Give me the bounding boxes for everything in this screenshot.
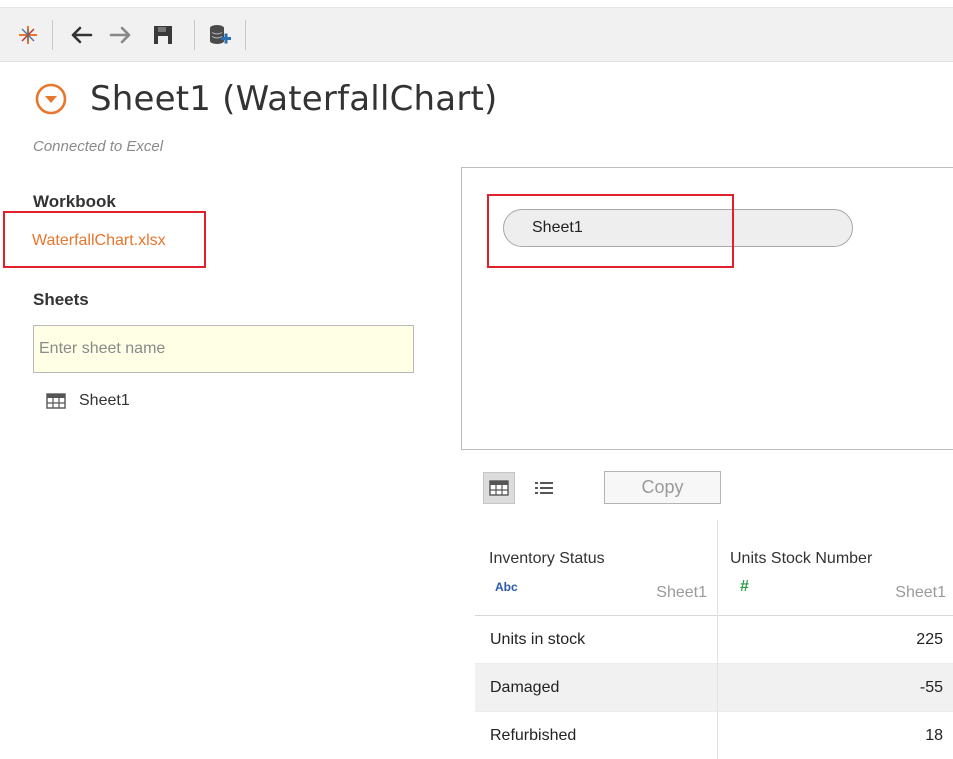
grid-view-button[interactable] xyxy=(483,472,515,504)
cell-units-stock-number: 18 xyxy=(925,726,943,744)
grid-header: Inventory Status Abc Sheet1 Units Stock … xyxy=(475,520,953,616)
cell-inventory-status: Units in stock xyxy=(490,630,586,648)
new-data-source-icon[interactable] xyxy=(204,20,236,50)
toolbar-separator xyxy=(52,20,53,50)
column-header-inventory-status[interactable]: Inventory Status Abc Sheet1 xyxy=(475,520,717,616)
string-type-icon[interactable]: Abc xyxy=(495,580,518,594)
column-divider[interactable] xyxy=(717,520,718,759)
data-grid: Inventory Status Abc Sheet1 Units Stock … xyxy=(475,520,953,759)
cell-units-stock-number: 225 xyxy=(916,630,943,648)
column-source: Sheet1 xyxy=(656,584,707,601)
column-name: Units Stock Number xyxy=(730,550,873,567)
forward-arrow-icon[interactable] xyxy=(106,20,136,50)
table-row[interactable]: Damaged -55 xyxy=(475,664,953,712)
column-name: Inventory Status xyxy=(489,550,605,567)
tableau-logo-icon[interactable] xyxy=(13,20,43,50)
page-title: Sheet1 (WaterfallChart) xyxy=(90,79,498,119)
toolbar-separator xyxy=(194,20,195,50)
toolbar xyxy=(0,0,953,62)
cell-inventory-status: Damaged xyxy=(490,678,560,696)
workbook-file-link[interactable]: WaterfallChart.xlsx xyxy=(32,232,166,250)
column-source: Sheet1 xyxy=(895,584,946,601)
table-grid-icon xyxy=(46,393,66,409)
cell-inventory-status: Refurbished xyxy=(490,726,577,744)
table-row[interactable]: Refurbished 18 xyxy=(475,712,953,759)
number-type-icon[interactable]: # xyxy=(740,578,749,596)
cell-units-stock-number: -55 xyxy=(919,678,943,696)
sidebar-item-label: Sheet1 xyxy=(79,392,130,409)
toolbar-separator xyxy=(245,20,246,50)
dropdown-circle-icon[interactable] xyxy=(34,82,68,116)
sheets-heading: Sheets xyxy=(33,290,89,309)
list-view-icon xyxy=(535,482,553,494)
data-source-title-row: Sheet1 (WaterfallChart) xyxy=(34,76,498,122)
sheet-search-input[interactable] xyxy=(33,325,414,373)
window-top-strip xyxy=(0,0,953,8)
column-header-units-stock-number[interactable]: Units Stock Number # Sheet1 xyxy=(718,520,953,616)
connection-status: Connected to Excel xyxy=(33,138,164,155)
save-icon[interactable] xyxy=(148,20,178,50)
highlight-box-table-pill xyxy=(487,194,734,268)
grid-view-icon xyxy=(489,480,509,496)
sidebar-item-sheet1[interactable]: Sheet1 xyxy=(46,388,130,414)
copy-button[interactable]: Copy xyxy=(604,471,721,504)
table-row[interactable]: Units in stock 225 xyxy=(475,616,953,664)
list-view-button[interactable] xyxy=(528,472,560,504)
back-arrow-icon[interactable] xyxy=(66,20,96,50)
workbook-heading: Workbook xyxy=(33,192,116,211)
